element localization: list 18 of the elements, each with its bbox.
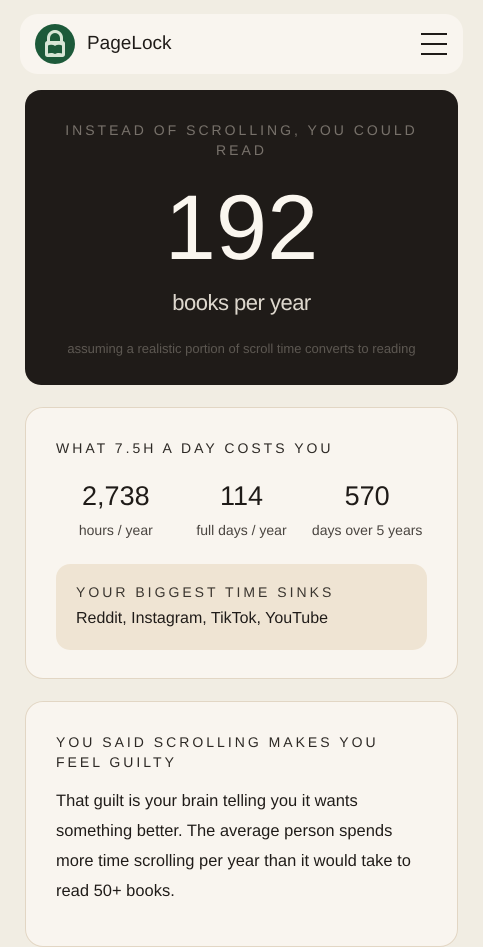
time-sinks-list: Reddit, Instagram, TikTok, YouTube xyxy=(76,610,407,628)
stat-label: full days / year xyxy=(196,521,287,540)
hero-note: assuming a realistic portion of scroll time converts to reading xyxy=(67,340,416,357)
menu-button[interactable] xyxy=(421,32,447,56)
lock-book-logo-icon xyxy=(35,24,75,64)
hero-label: INSTEAD OF SCROLLING, YOU COULD READ xyxy=(64,121,419,160)
books-count: 192 xyxy=(164,178,318,278)
stat-label: hours / year xyxy=(78,521,153,540)
panel-title: YOUR BIGGEST TIME SINKS xyxy=(76,584,336,600)
stat-value: 570 xyxy=(344,480,390,513)
books-unit: books per year xyxy=(172,290,311,316)
card-title: WHAT 7.5H A DAY COSTS YOU xyxy=(56,439,335,458)
stat-value: 2,738 xyxy=(82,480,150,513)
app-name: PageLock xyxy=(87,33,172,55)
stat-label: days over 5 years xyxy=(312,521,422,540)
stat-value: 114 xyxy=(220,480,264,513)
feeling-paragraph: That guilt is your brain telling you it wants something better. The average person spends more time scrolling per year than it would take to read 50+ books. xyxy=(56,791,412,902)
card-title: YOU SAID SCROLLING MAKES YOU FEEL GUILTY xyxy=(56,733,380,772)
